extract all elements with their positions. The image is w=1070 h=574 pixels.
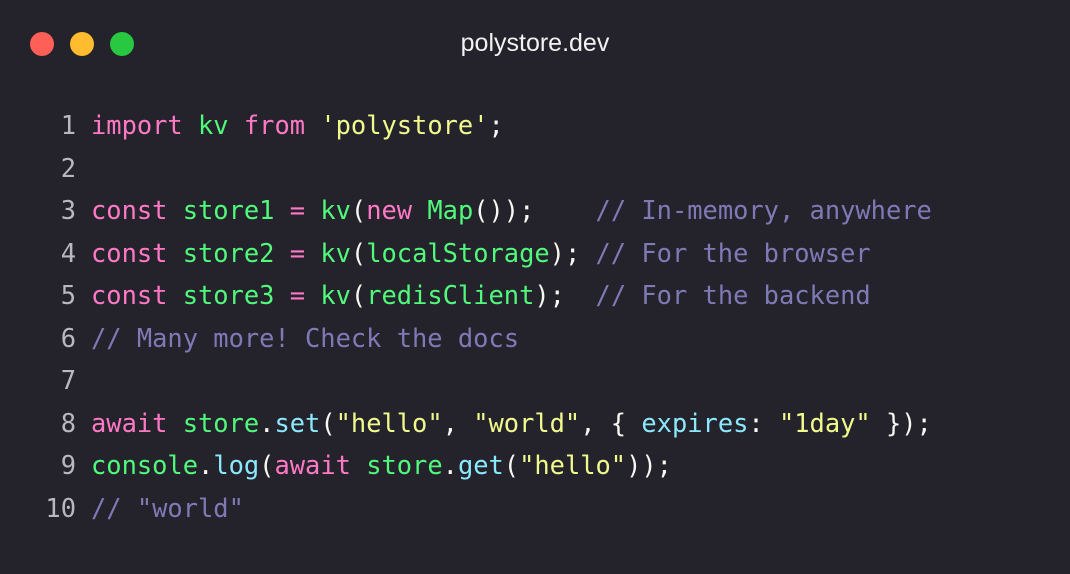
identifier-token: redisClient bbox=[366, 280, 535, 310]
comment-token: // For the backend bbox=[595, 280, 871, 310]
keyword-token: await bbox=[274, 450, 351, 480]
function-token: set bbox=[274, 407, 321, 438]
function-token: get bbox=[457, 450, 504, 480]
string-token: "world" bbox=[473, 407, 581, 438]
punctuation-token: . bbox=[259, 407, 275, 438]
line-number: 5 bbox=[60, 280, 76, 310]
punctuation-token bbox=[412, 195, 427, 225]
punctuation-token: ( bbox=[350, 237, 367, 268]
punctuation-token: ( bbox=[259, 450, 275, 480]
punctuation-token bbox=[274, 280, 289, 310]
property-token: expires bbox=[641, 407, 749, 438]
identifier-token: store2 bbox=[182, 237, 275, 268]
punctuation-token bbox=[274, 195, 289, 225]
punctuation-token: . bbox=[198, 450, 214, 480]
code-line[interactable]: 5 const store3 = kv(redisClient); // For … bbox=[0, 274, 1070, 317]
string-token: 'polystore' bbox=[320, 110, 489, 140]
code-editor[interactable]: 1 import kv from 'polystore'; 2 3 const stor… bbox=[0, 104, 1070, 529]
comment-token: // For the browser bbox=[595, 237, 871, 268]
punctuation-token: ( bbox=[350, 195, 367, 225]
punctuation-token bbox=[167, 280, 182, 310]
comment-token: // "world" bbox=[91, 492, 244, 523]
keyword-token: await bbox=[91, 407, 168, 438]
punctuation-token: ( bbox=[350, 280, 367, 310]
string-token: "hello" bbox=[519, 450, 627, 480]
line-number: 6 bbox=[60, 322, 76, 353]
punctuation-token bbox=[305, 110, 320, 140]
keyword-token: const bbox=[91, 195, 168, 225]
code-line[interactable]: 2 bbox=[0, 147, 1070, 190]
identifier-token: kv bbox=[198, 110, 229, 140]
identifier-token: store bbox=[366, 450, 443, 480]
punctuation-token: ); bbox=[534, 280, 596, 310]
punctuation-token: . bbox=[442, 450, 458, 480]
keyword-token: import bbox=[91, 110, 183, 140]
code-window: polystore.dev 1 import kv from 'polystore… bbox=[0, 0, 1070, 574]
punctuation-token: }); bbox=[870, 407, 932, 438]
string-token: "hello" bbox=[335, 407, 443, 438]
punctuation-token: : bbox=[748, 407, 779, 438]
punctuation-token bbox=[305, 280, 320, 310]
code-line[interactable]: 6 // Many more! Check the docs bbox=[0, 317, 1070, 360]
punctuation-token: ); bbox=[549, 237, 596, 268]
identifier-token: store1 bbox=[182, 195, 275, 225]
identifier-token: kv bbox=[320, 237, 351, 268]
punctuation-token: , { bbox=[580, 407, 642, 438]
identifier-token: kv bbox=[320, 280, 351, 310]
punctuation-token: ; bbox=[488, 110, 504, 140]
keyword-token: = bbox=[289, 195, 306, 225]
punctuation-token bbox=[183, 110, 198, 140]
punctuation-token: , bbox=[442, 407, 474, 438]
punctuation-token: ()); bbox=[473, 195, 596, 225]
keyword-token: from bbox=[243, 110, 306, 140]
line-number: 7 bbox=[60, 365, 76, 395]
code-line[interactable]: 3 const store1 = kv(new Map()); // In-mem… bbox=[0, 189, 1070, 232]
code-line[interactable]: 7 bbox=[0, 359, 1070, 402]
identifier-token: store bbox=[182, 407, 260, 438]
code-line[interactable]: 9 console.log(await store.get("hello")); bbox=[0, 444, 1070, 487]
identifier-token: store3 bbox=[182, 280, 275, 310]
comment-token: // In-memory, anywhere bbox=[595, 195, 932, 225]
keyword-token: const bbox=[91, 237, 168, 268]
code-line[interactable]: 4 const store2 = kv(localStorage); // For… bbox=[0, 232, 1070, 275]
punctuation-token: )); bbox=[626, 450, 672, 480]
string-token: "1day" bbox=[778, 407, 871, 438]
comment-token: // Many more! Check the docs bbox=[91, 322, 520, 353]
punctuation-token bbox=[167, 195, 182, 225]
keyword-token: = bbox=[289, 280, 306, 310]
line-number: 4 bbox=[60, 237, 76, 268]
punctuation-token bbox=[167, 238, 182, 268]
function-token: log bbox=[213, 450, 260, 480]
punctuation-token bbox=[351, 450, 366, 480]
code-line[interactable]: 8 await store.set("hello", "world", { exp… bbox=[0, 402, 1070, 445]
punctuation-token bbox=[305, 238, 320, 268]
punctuation-token bbox=[274, 238, 289, 268]
line-number: 10 bbox=[45, 492, 76, 523]
identifier-token: localStorage bbox=[366, 237, 550, 268]
line-number: 2 bbox=[60, 152, 76, 183]
keyword-token: const bbox=[91, 280, 168, 310]
punctuation-token: ( bbox=[320, 407, 336, 438]
identifier-token: Map bbox=[427, 195, 474, 225]
punctuation-token bbox=[305, 195, 320, 225]
identifier-token: console bbox=[91, 450, 199, 480]
keyword-token: new bbox=[366, 195, 413, 225]
identifier-token: kv bbox=[320, 195, 351, 225]
keyword-token: = bbox=[289, 237, 306, 268]
code-line[interactable]: 1 import kv from 'polystore'; bbox=[0, 104, 1070, 147]
line-number: 3 bbox=[60, 195, 76, 225]
punctuation-token bbox=[167, 408, 182, 438]
line-number: 1 bbox=[60, 110, 76, 140]
punctuation-token bbox=[229, 110, 244, 140]
code-line[interactable]: 10 // "world" bbox=[0, 487, 1070, 530]
window-title: polystore.dev bbox=[460, 29, 610, 57]
punctuation-token: ( bbox=[503, 450, 520, 480]
line-number: 9 bbox=[60, 450, 76, 480]
line-number: 8 bbox=[60, 407, 76, 438]
window-titlebar: polystore.dev bbox=[0, 0, 1070, 88]
